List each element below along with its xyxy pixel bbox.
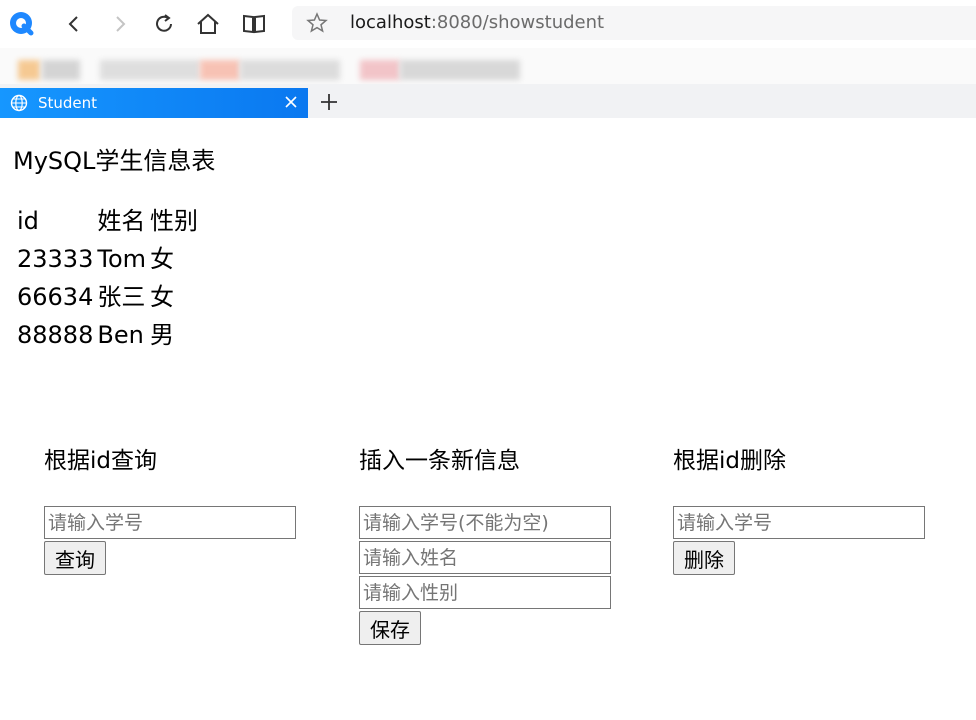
query-panel: 根据id查询 查询 xyxy=(44,444,304,575)
header-gender: 性别 xyxy=(150,207,199,235)
cell-name: Ben xyxy=(97,321,144,349)
page-title: MySQL学生信息表 xyxy=(13,147,216,175)
blurred-bookmark[interactable] xyxy=(360,60,400,80)
query-heading: 根据id查询 xyxy=(44,448,157,474)
delete-heading: 根据id删除 xyxy=(673,448,786,474)
blurred-bookmark[interactable] xyxy=(18,60,40,80)
cell-gender: 女 xyxy=(150,283,175,311)
new-tab-icon[interactable] xyxy=(318,91,340,113)
cell-gender: 男 xyxy=(150,321,175,349)
insert-panel: 插入一条新信息 保存 xyxy=(359,444,619,645)
browser-toolbar: localhost:8080/showstudent xyxy=(0,0,976,49)
tab-strip: Student xyxy=(0,84,976,118)
url-text[interactable]: localhost:8080/showstudent xyxy=(350,12,604,34)
bookmarks-bar xyxy=(0,48,976,85)
table-header-row: id 姓名 性别 xyxy=(15,202,200,240)
table-row: 23333 Tom 女 xyxy=(15,240,200,278)
bookmark-star-icon[interactable] xyxy=(306,12,328,38)
forward-icon[interactable] xyxy=(106,10,134,38)
header-name: 姓名 xyxy=(97,207,146,235)
blurred-bookmark[interactable] xyxy=(240,60,340,80)
insert-id-input[interactable] xyxy=(359,506,611,539)
table-row: 66634 张三 女 xyxy=(15,278,200,316)
header-id: id xyxy=(17,207,39,235)
home-icon[interactable] xyxy=(194,10,222,38)
url-path: :8080/showstudent xyxy=(430,12,605,33)
query-button[interactable]: 查询 xyxy=(44,541,106,575)
insert-name-input[interactable] xyxy=(359,541,611,574)
delete-panel: 根据id删除 删除 xyxy=(673,444,933,575)
page-content: MySQL学生信息表 id 姓名 性别 23333 Tom 女 66634 张三… xyxy=(0,118,976,720)
save-button[interactable]: 保存 xyxy=(359,611,421,645)
delete-form: 删除 xyxy=(673,506,925,575)
cell-id: 66634 xyxy=(17,283,94,311)
close-icon[interactable] xyxy=(282,93,300,111)
delete-id-input[interactable] xyxy=(673,506,925,539)
browser-logo-icon[interactable] xyxy=(8,10,36,38)
tab-student[interactable]: Student xyxy=(0,88,308,118)
url-host: localhost xyxy=(350,12,431,33)
cell-id: 88888 xyxy=(17,321,94,349)
cell-gender: 女 xyxy=(150,245,175,273)
blurred-bookmark[interactable] xyxy=(42,60,80,80)
reader-mode-icon[interactable] xyxy=(240,10,268,38)
address-bar[interactable]: localhost:8080/showstudent xyxy=(292,6,976,40)
tab-title: Student xyxy=(38,94,98,112)
delete-button[interactable]: 删除 xyxy=(673,541,735,575)
reload-icon[interactable] xyxy=(150,10,178,38)
back-icon[interactable] xyxy=(60,10,88,38)
globe-icon xyxy=(10,94,28,116)
student-table: id 姓名 性别 23333 Tom 女 66634 张三 女 88888 Be… xyxy=(15,202,200,354)
table-row: 88888 Ben 男 xyxy=(15,316,200,354)
insert-form: 保存 xyxy=(359,506,611,645)
insert-heading: 插入一条新信息 xyxy=(359,448,520,474)
cell-name: Tom xyxy=(97,245,147,273)
blurred-bookmark[interactable] xyxy=(200,60,240,80)
insert-gender-input[interactable] xyxy=(359,576,611,609)
cell-name: 张三 xyxy=(97,283,146,311)
query-id-input[interactable] xyxy=(44,506,296,539)
query-form: 查询 xyxy=(44,506,296,575)
blurred-bookmark[interactable] xyxy=(400,60,520,80)
blurred-bookmark[interactable] xyxy=(100,60,200,80)
cell-id: 23333 xyxy=(17,245,94,273)
